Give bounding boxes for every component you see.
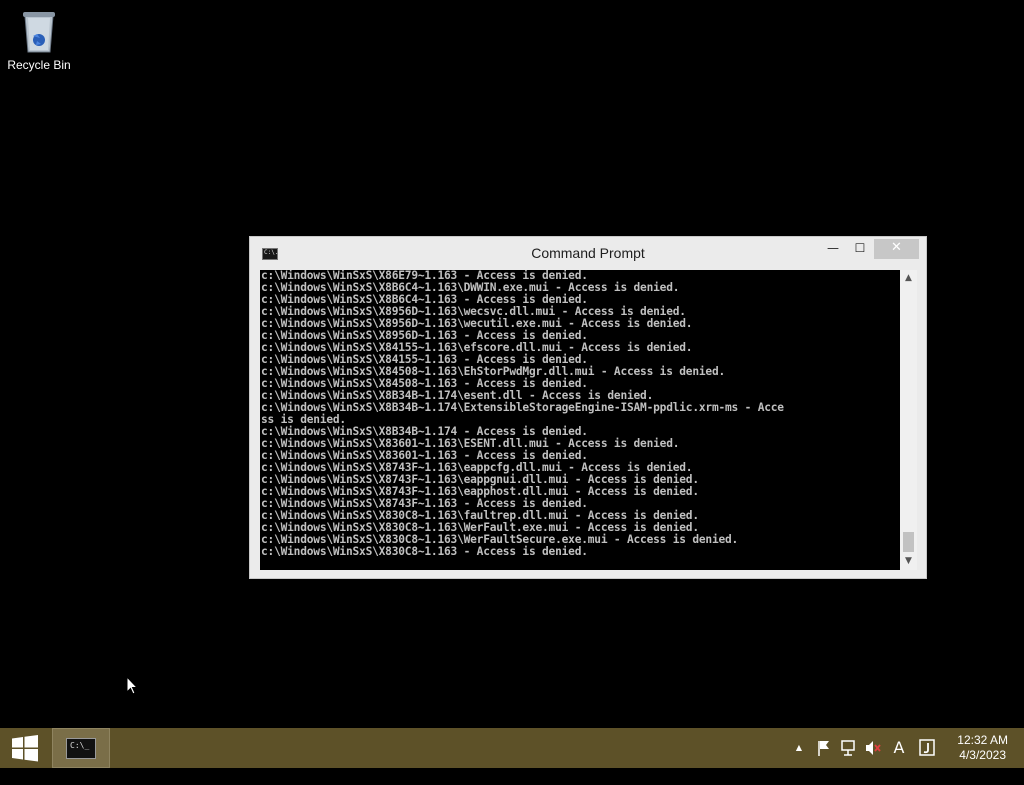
scroll-up-arrow[interactable]: ▲: [900, 270, 917, 287]
console-text: c:\Windows\WinSxS\X86E79~1.163 - Access …: [261, 270, 784, 558]
recycle-bin-label: Recycle Bin: [7, 58, 71, 72]
action-center-flag-icon[interactable]: [813, 728, 835, 768]
input-method-indicator[interactable]: A: [888, 728, 910, 768]
show-hidden-icons-button[interactable]: ▲: [791, 728, 807, 768]
maximize-button[interactable]: ☐: [849, 239, 871, 259]
clock-time: 12:32 AM: [957, 733, 1008, 747]
close-button[interactable]: ✕: [874, 239, 919, 259]
system-clock[interactable]: 12:32 AM 4/3/2023: [957, 733, 1008, 763]
scroll-down-arrow[interactable]: ▼: [900, 553, 917, 570]
network-icon[interactable]: [838, 728, 860, 768]
taskbar-command-prompt-button[interactable]: C:\_: [52, 728, 110, 768]
scrollbar-thumb[interactable]: [903, 532, 914, 552]
volume-muted-icon[interactable]: [862, 728, 884, 768]
taskbar: C:\_ ▲ A 12:32 AM 4/3/2023: [0, 728, 1024, 768]
recycle-bin-icon: [19, 6, 59, 54]
command-prompt-window[interactable]: C:\. Command Prompt — ☐ ✕ c:\Windows\Win…: [249, 236, 927, 579]
console-output-area[interactable]: c:\Windows\WinSxS\X86E79~1.163 - Access …: [260, 270, 900, 570]
vertical-scrollbar[interactable]: ▲ ▼: [900, 270, 917, 570]
minimize-button[interactable]: —: [822, 239, 844, 259]
window-titlebar[interactable]: C:\. Command Prompt — ☐ ✕: [250, 237, 926, 269]
cmd-taskbar-icon: C:\_: [66, 738, 96, 759]
clock-date: 4/3/2023: [959, 748, 1006, 762]
ime-mode-icon[interactable]: [916, 728, 938, 768]
mouse-pointer-icon: [126, 675, 139, 700]
recycle-bin-desktop-icon[interactable]: Recycle Bin: [4, 6, 74, 72]
windows-logo-icon: [12, 735, 38, 762]
start-button[interactable]: [0, 728, 50, 768]
